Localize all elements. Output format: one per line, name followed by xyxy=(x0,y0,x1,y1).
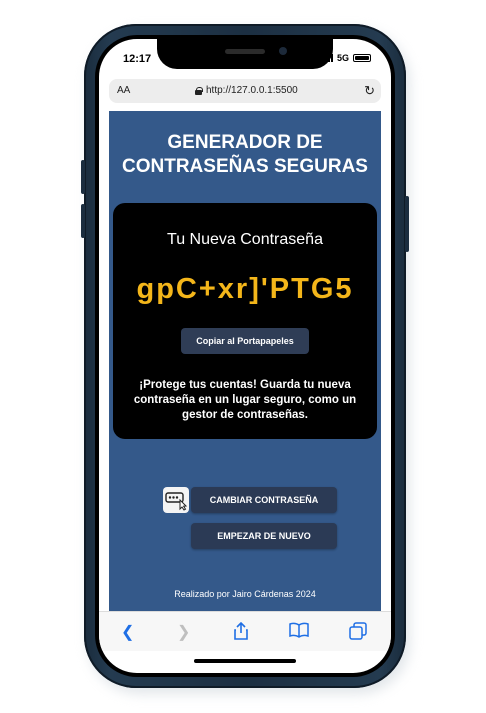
phone-bezel: 12:17 5G AA http://127.0.0.1:5500 ↻ GENE… xyxy=(95,35,395,677)
page-title-line: CONTRASEÑAS SEGURAS xyxy=(122,156,368,177)
volume-button xyxy=(81,160,85,194)
status-time: 12:17 xyxy=(123,53,152,65)
copy-button[interactable]: Copiar al Portapapeles xyxy=(181,328,309,354)
change-password-icon xyxy=(163,487,189,513)
volume-button xyxy=(81,204,85,238)
back-icon[interactable]: ❮ xyxy=(121,622,134,642)
page-title-line: GENERADOR DE xyxy=(167,132,323,153)
share-icon[interactable] xyxy=(233,621,249,645)
network-label: 5G xyxy=(336,53,349,63)
web-content: GENERADOR DE CONTRASEÑAS SEGURAS Tu Nuev… xyxy=(109,111,381,611)
generated-password: gpC+xr]'PTG5 xyxy=(136,273,354,305)
power-button xyxy=(405,196,409,252)
bookmarks-icon[interactable] xyxy=(289,622,309,643)
url-text: http://127.0.0.1:5500 xyxy=(206,85,298,96)
url-display[interactable]: http://127.0.0.1:5500 xyxy=(195,85,298,96)
browser-toolbar: ❮ ❯ xyxy=(99,611,391,651)
phone-screen: 12:17 5G AA http://127.0.0.1:5500 ↻ GENE… xyxy=(99,39,391,673)
security-tip: ¡Protege tus cuentas! Guarda tu nueva co… xyxy=(133,379,357,421)
password-card: Tu Nueva Contraseña gpC+xr]'PTG5 Copiar … xyxy=(113,203,377,439)
lock-icon xyxy=(195,86,203,95)
page-title: GENERADOR DE CONTRASEÑAS SEGURAS xyxy=(109,131,381,179)
speaker xyxy=(225,49,265,54)
card-heading: Tu Nueva Contraseña xyxy=(167,231,323,248)
restart-button[interactable]: EMPEZAR DE NUEVO xyxy=(191,523,337,549)
address-bar[interactable]: AA http://127.0.0.1:5500 ↻ xyxy=(109,79,381,103)
forward-icon[interactable]: ❯ xyxy=(177,622,190,642)
reload-icon[interactable]: ↻ xyxy=(364,83,375,99)
footer-credit: Realizado por Jairo Cárdenas 2024 xyxy=(174,589,316,599)
tabs-icon[interactable] xyxy=(349,622,367,645)
battery-icon xyxy=(353,54,371,62)
text-size-button[interactable]: AA xyxy=(117,85,130,96)
notch xyxy=(157,39,333,69)
home-indicator xyxy=(194,659,296,663)
camera xyxy=(279,47,287,55)
change-password-button[interactable]: CAMBIAR CONTRASEÑA xyxy=(191,487,337,513)
